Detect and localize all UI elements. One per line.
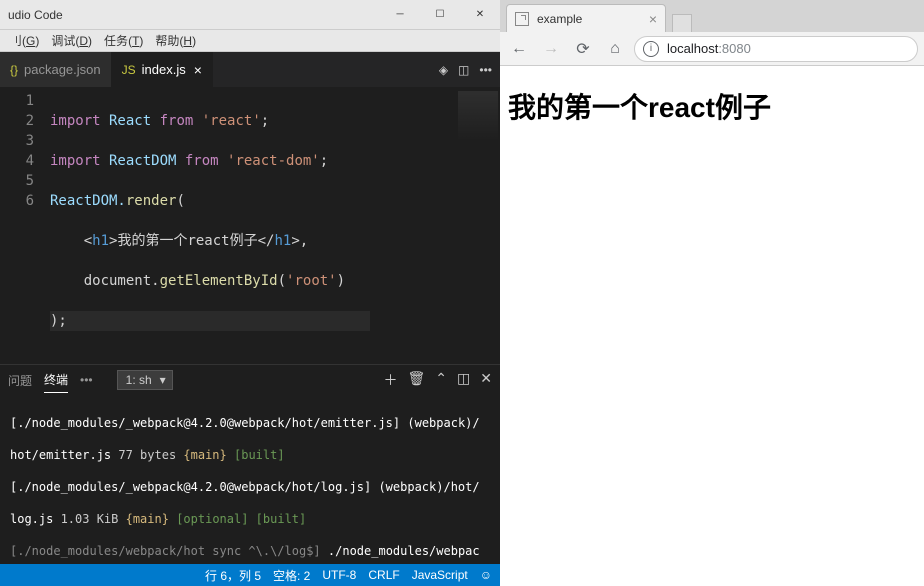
- tabstrip: example ×: [500, 0, 924, 32]
- back-button[interactable]: ←: [506, 36, 532, 62]
- maximize-button[interactable]: ☐: [420, 0, 460, 30]
- browser-toolbar: ← → ⟳ ⌂ i localhost:8080: [500, 32, 924, 66]
- address-bar[interactable]: i localhost:8080: [634, 36, 918, 62]
- status-spaces[interactable]: 空格: 2: [273, 567, 310, 584]
- close-button[interactable]: ✕: [460, 0, 500, 30]
- terminal-output[interactable]: [./node_modules/_webpack@4.2.0@webpack/h…: [0, 395, 500, 564]
- reload-button[interactable]: ⟳: [570, 36, 596, 62]
- menu-item-g[interactable]: 刂(G): [4, 32, 45, 49]
- menubar: 刂(G) 调试(D) 任务(T) 帮助(H): [0, 30, 500, 52]
- tab-label: index.js: [142, 62, 186, 77]
- page-icon: [515, 12, 529, 26]
- new-terminal-icon[interactable]: ＋: [384, 370, 398, 390]
- panel-tab-problems[interactable]: 问题: [8, 368, 32, 393]
- panel-actions: ＋ 🗑 ⌃ ◫ ✕: [384, 370, 492, 390]
- tab-label: package.json: [24, 62, 101, 77]
- page-heading: 我的第一个react例子: [508, 86, 916, 126]
- forward-button[interactable]: →: [538, 36, 564, 62]
- statusbar: 行 6，列 5 空格: 2 UTF-8 CRLF JavaScript ☺: [0, 564, 500, 586]
- status-encoding[interactable]: UTF-8: [322, 568, 356, 582]
- vscode-window: udio Code ─ ☐ ✕ 刂(G) 调试(D) 任务(T) 帮助(H) {…: [0, 0, 500, 586]
- minimize-button[interactable]: ─: [380, 0, 420, 30]
- menu-item-tasks[interactable]: 任务(T): [98, 32, 149, 49]
- code-area[interactable]: import React from 'react'; import ReactD…: [50, 87, 500, 364]
- close-panel-icon[interactable]: ✕: [480, 370, 492, 390]
- tabbar-actions: ◈ ◫ •••: [439, 63, 500, 77]
- window-title: udio Code: [8, 8, 380, 22]
- editor[interactable]: 1 2 3 4 5 6 import React from 'react'; i…: [0, 87, 500, 364]
- compare-icon[interactable]: ◈: [439, 63, 448, 77]
- browser-tab-title: example: [537, 12, 582, 26]
- feedback-icon[interactable]: ☺: [480, 568, 492, 582]
- site-info-icon[interactable]: i: [643, 41, 659, 57]
- titlebar: udio Code ─ ☐ ✕: [0, 0, 500, 30]
- kill-terminal-icon[interactable]: 🗑: [408, 370, 426, 390]
- new-tab-button[interactable]: [672, 14, 692, 32]
- terminal-selector[interactable]: 1: sh: [117, 370, 173, 390]
- status-lncol[interactable]: 行 6，列 5: [205, 567, 261, 584]
- editor-tabbar: {} package.json JS index.js × ◈ ◫ •••: [0, 52, 500, 87]
- page-content: 我的第一个react例子: [500, 66, 924, 586]
- status-eol[interactable]: CRLF: [368, 568, 399, 582]
- json-icon: {}: [10, 63, 18, 77]
- split-editor-icon[interactable]: ◫: [458, 63, 469, 77]
- url-host: localhost: [667, 41, 718, 56]
- minimap[interactable]: [458, 91, 498, 141]
- chrome-top: example × ← → ⟳ ⌂ i localhost:8080: [500, 0, 924, 66]
- panel-tab-more[interactable]: •••: [80, 373, 93, 387]
- menu-item-help[interactable]: 帮助(H): [149, 32, 202, 49]
- tab-index-js[interactable]: JS index.js ×: [112, 52, 213, 87]
- url-port: :8080: [718, 41, 751, 56]
- browser-window: example × ← → ⟳ ⌂ i localhost:8080 我的第一个…: [500, 0, 924, 586]
- tab-package-json[interactable]: {} package.json: [0, 52, 112, 87]
- panel: 问题 终端 ••• 1: sh ＋ 🗑 ⌃ ◫ ✕ [./node_module…: [0, 364, 500, 564]
- panel-tabs: 问题 终端 ••• 1: sh ＋ 🗑 ⌃ ◫ ✕: [0, 365, 500, 395]
- panel-tab-terminal[interactable]: 终端: [44, 367, 68, 393]
- split-terminal-icon[interactable]: ◫: [457, 370, 470, 390]
- status-language[interactable]: JavaScript: [412, 568, 468, 582]
- tab-close-icon[interactable]: ×: [649, 11, 657, 27]
- home-button[interactable]: ⌂: [602, 36, 628, 62]
- maximize-panel-icon[interactable]: ⌃: [435, 370, 447, 390]
- more-icon[interactable]: •••: [479, 63, 492, 77]
- js-icon: JS: [122, 63, 136, 77]
- tab-close-icon[interactable]: ×: [194, 62, 202, 78]
- window-controls: ─ ☐ ✕: [380, 0, 500, 30]
- browser-tab[interactable]: example ×: [506, 4, 666, 32]
- menu-item-debug[interactable]: 调试(D): [45, 32, 98, 49]
- line-gutter: 1 2 3 4 5 6: [0, 87, 50, 364]
